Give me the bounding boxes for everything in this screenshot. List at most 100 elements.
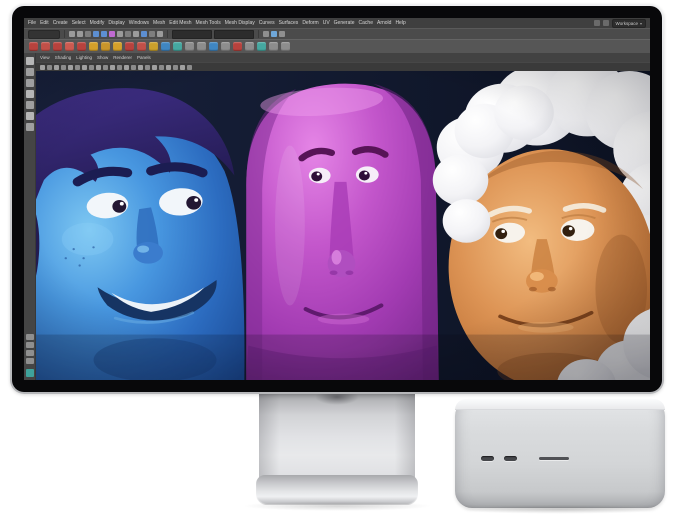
viewport-toolbar-icon[interactable] (40, 65, 45, 70)
shelf-icon[interactable] (233, 42, 242, 51)
snapshot-icon[interactable] (594, 20, 600, 26)
status-icon[interactable] (117, 31, 123, 37)
viewport-toolbar-icon[interactable] (124, 65, 129, 70)
history-icon[interactable] (603, 20, 609, 26)
render-icon[interactable] (263, 31, 269, 37)
scene-selector-dropdown[interactable] (28, 30, 60, 39)
shelf-icon[interactable] (77, 42, 86, 51)
viewport-toolbar-icon[interactable] (89, 65, 94, 70)
shelf-icon[interactable] (125, 42, 134, 51)
menu-item[interactable]: Mesh Display (225, 18, 255, 28)
menu-item[interactable]: Edit Mesh (169, 18, 191, 28)
panel-menu-item[interactable]: Renderer (113, 53, 132, 62)
shelf-icon[interactable] (101, 42, 110, 51)
shelf-icon[interactable] (245, 42, 254, 51)
menu-item[interactable]: Modify (90, 18, 105, 28)
status-icon[interactable] (109, 31, 115, 37)
menu-item[interactable]: Edit (40, 18, 49, 28)
render-settings-icon[interactable] (279, 31, 285, 37)
shelf-icon[interactable] (137, 42, 146, 51)
menu-item[interactable]: Mesh Tools (196, 18, 221, 28)
status-icon[interactable] (125, 31, 131, 37)
shelf-icon[interactable] (41, 42, 50, 51)
modeling-toolkit-icon[interactable] (26, 369, 34, 377)
panel-menu-item[interactable]: Lighting (76, 53, 92, 62)
tool-icon[interactable] (26, 90, 34, 98)
symmetry-field[interactable] (214, 30, 254, 39)
viewport-toolbar-icon[interactable] (180, 65, 185, 70)
viewport-toolbar-icon[interactable] (166, 65, 171, 70)
status-icon[interactable] (149, 31, 155, 37)
status-icon[interactable] (85, 31, 91, 37)
viewport-toolbar-icon[interactable] (82, 65, 87, 70)
menu-item[interactable]: Help (395, 18, 405, 28)
viewport-render-area[interactable] (36, 71, 650, 380)
tool-icon[interactable] (26, 112, 34, 120)
viewport-toolbar-icon[interactable] (47, 65, 52, 70)
panel-menu-item[interactable]: Panels (137, 53, 151, 62)
layout-icon[interactable] (26, 334, 34, 340)
menu-item[interactable]: Surfaces (279, 18, 299, 28)
viewport-toolbar-icon[interactable] (152, 65, 157, 70)
viewport-toolbar-icon[interactable] (110, 65, 115, 70)
menu-item[interactable]: Display (108, 18, 124, 28)
viewport-toolbar-icon[interactable] (103, 65, 108, 70)
panel-menu-item[interactable]: View (40, 53, 50, 62)
shelf-icon[interactable] (221, 42, 230, 51)
menu-item[interactable]: Create (53, 18, 68, 28)
status-icon[interactable] (93, 31, 99, 37)
shelf-icon[interactable] (89, 42, 98, 51)
tool-icon[interactable] (26, 68, 34, 76)
tool-icon[interactable] (26, 101, 34, 109)
viewport-toolbar-icon[interactable] (138, 65, 143, 70)
shelf-icon[interactable] (257, 42, 266, 51)
shelf-icon[interactable] (53, 42, 62, 51)
tool-icon[interactable] (26, 79, 34, 87)
menu-item[interactable]: UV (323, 18, 330, 28)
shelf-icon[interactable] (29, 42, 38, 51)
viewport-toolbar-icon[interactable] (96, 65, 101, 70)
shelf-icon[interactable] (65, 42, 74, 51)
viewport-toolbar-icon[interactable] (61, 65, 66, 70)
shelf-icon[interactable] (209, 42, 218, 51)
menu-item[interactable]: Generate (334, 18, 355, 28)
layout-icon[interactable] (26, 350, 34, 356)
selection-field[interactable] (172, 30, 212, 39)
tool-icon[interactable] (26, 123, 34, 131)
shelf-icon[interactable] (269, 42, 278, 51)
menu-item[interactable]: Select (72, 18, 86, 28)
menu-item[interactable]: Arnold (377, 18, 391, 28)
viewport-toolbar-icon[interactable] (145, 65, 150, 70)
layout-icon[interactable] (26, 342, 34, 348)
shelf-icon[interactable] (197, 42, 206, 51)
ipr-render-icon[interactable] (271, 31, 277, 37)
menu-item[interactable]: File (28, 18, 36, 28)
shelf-icon[interactable] (161, 42, 170, 51)
shelf-icon[interactable] (281, 42, 290, 51)
tool-icon[interactable] (26, 57, 34, 65)
status-icon[interactable] (157, 31, 163, 37)
shelf-icon[interactable] (185, 42, 194, 51)
viewport-toolbar-icon[interactable] (54, 65, 59, 70)
workspace-selector[interactable]: Workspace ▾ (612, 19, 646, 28)
status-icon[interactable] (69, 31, 75, 37)
menu-item[interactable]: Curves (259, 18, 275, 28)
shelf-icon[interactable] (149, 42, 158, 51)
menu-item[interactable]: Windows (129, 18, 149, 28)
viewport-toolbar-icon[interactable] (159, 65, 164, 70)
panel-menu-item[interactable]: Show (97, 53, 108, 62)
status-icon[interactable] (141, 31, 147, 37)
viewport-toolbar-icon[interactable] (187, 65, 192, 70)
layout-icon[interactable] (26, 358, 34, 364)
status-icon[interactable] (101, 31, 107, 37)
viewport-toolbar-icon[interactable] (131, 65, 136, 70)
shelf-icon[interactable] (113, 42, 122, 51)
viewport-toolbar-icon[interactable] (68, 65, 73, 70)
panel-menu-item[interactable]: Shading (55, 53, 72, 62)
menu-item[interactable]: Deform (302, 18, 318, 28)
viewport-toolbar-icon[interactable] (173, 65, 178, 70)
menu-item[interactable]: Cache (359, 18, 373, 28)
status-icon[interactable] (77, 31, 83, 37)
status-icon[interactable] (133, 31, 139, 37)
viewport-toolbar-icon[interactable] (117, 65, 122, 70)
